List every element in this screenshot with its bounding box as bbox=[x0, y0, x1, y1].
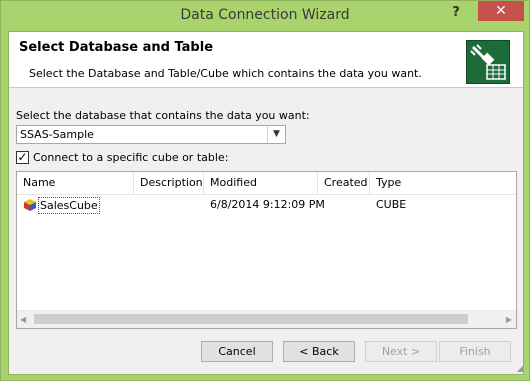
column-header-name[interactable]: Name bbox=[17, 172, 134, 194]
cancel-button[interactable]: Cancel bbox=[201, 341, 273, 362]
title-bar[interactable]: Data Connection Wizard ? ✕ bbox=[1, 1, 529, 31]
table-row[interactable]: SalesCube 6/8/2014 9:12:09 PM CUBE bbox=[17, 196, 516, 214]
step-description: Select the Database and Table/Cube which… bbox=[29, 67, 422, 80]
cube-table-list[interactable]: Name Description Modified Created Type S… bbox=[16, 171, 517, 329]
dialog-body: Select Database and Table Select the Dat… bbox=[8, 31, 524, 375]
help-button[interactable]: ? bbox=[445, 5, 467, 20]
column-header-type[interactable]: Type bbox=[370, 172, 516, 194]
scroll-left-icon[interactable]: ◀ bbox=[20, 315, 26, 324]
chevron-down-icon[interactable]: ▼ bbox=[267, 126, 285, 143]
cube-icon bbox=[24, 199, 36, 211]
cell-created bbox=[318, 196, 370, 214]
finish-button[interactable]: Finish bbox=[439, 341, 511, 362]
database-label: Select the database that contains the da… bbox=[16, 109, 310, 122]
horizontal-scrollbar[interactable]: ◀ ▶ bbox=[17, 310, 516, 328]
scrollbar-thumb[interactable] bbox=[34, 314, 468, 324]
connect-specific-cube-checkbox[interactable]: ✓ bbox=[16, 151, 29, 164]
cube-name: SalesCube bbox=[38, 197, 100, 214]
column-header-modified[interactable]: Modified bbox=[204, 172, 318, 194]
step-title: Select Database and Table bbox=[19, 40, 214, 55]
connect-specific-cube-label[interactable]: Connect to a specific cube or table: bbox=[33, 151, 228, 164]
cell-modified: 6/8/2014 9:12:09 PM bbox=[210, 198, 325, 211]
cell-description bbox=[134, 196, 204, 214]
scroll-right-icon[interactable]: ▶ bbox=[506, 315, 512, 324]
cell-name[interactable]: SalesCube bbox=[17, 196, 134, 214]
list-header: Name Description Modified Created Type bbox=[17, 172, 516, 195]
wizard-header: Select Database and Table Select the Dat… bbox=[9, 32, 523, 88]
column-header-created[interactable]: Created bbox=[318, 172, 370, 194]
close-button[interactable]: ✕ bbox=[478, 1, 524, 21]
data-plug-icon bbox=[466, 40, 510, 84]
resize-grip-icon[interactable]: ◢ bbox=[513, 364, 523, 374]
next-button[interactable]: Next > bbox=[365, 341, 437, 362]
back-button[interactable]: < Back bbox=[283, 341, 355, 362]
database-select-value: SSAS-Sample bbox=[20, 128, 94, 141]
cell-type: CUBE bbox=[376, 198, 407, 211]
database-select[interactable]: SSAS-Sample ▼ bbox=[16, 125, 286, 144]
data-connection-wizard-window: Data Connection Wizard ? ✕ Select Databa… bbox=[0, 0, 530, 381]
column-header-description[interactable]: Description bbox=[134, 172, 204, 194]
